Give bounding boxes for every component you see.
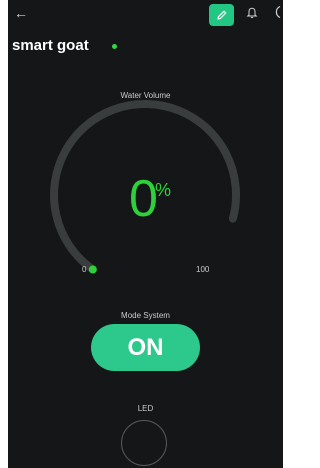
mode-on-button[interactable]: ON xyxy=(91,324,200,371)
gauge-unit: % xyxy=(155,180,172,200)
app-screen: ← smart goat Water Volume 0 % 0 100 Mode… xyxy=(8,0,283,468)
gauge-value: 0 xyxy=(129,170,158,228)
gauge-min-label: 0 xyxy=(82,265,87,274)
gauge-indicator xyxy=(88,265,97,274)
gauge-max-label: 100 xyxy=(196,265,210,274)
led-label: LED xyxy=(137,404,154,413)
led-indicator[interactable] xyxy=(121,420,167,466)
mode-system-label: Mode System xyxy=(121,311,170,320)
water-volume-gauge xyxy=(50,99,241,274)
